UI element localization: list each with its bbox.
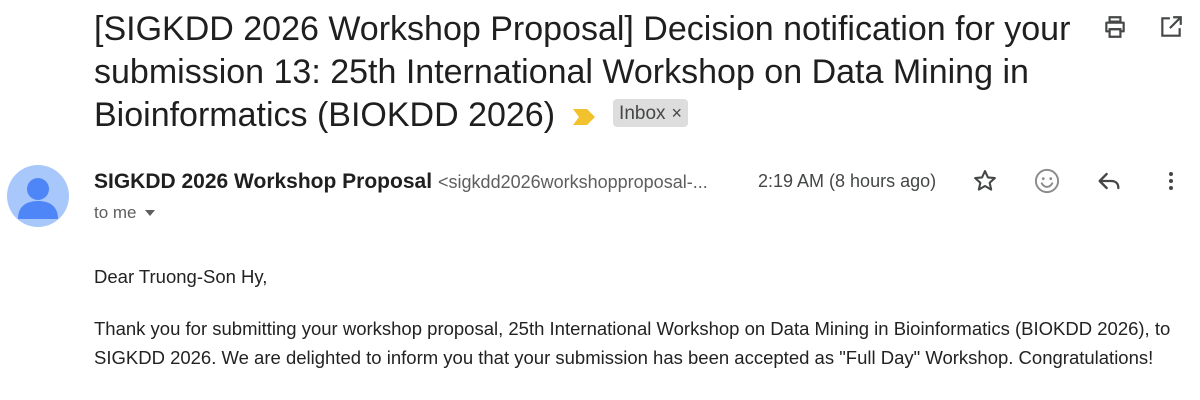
open-in-new-window-icon: [1161, 16, 1182, 37]
message-timestamp: 2:19 AM (8 hours ago): [758, 171, 937, 191]
chevron-down-icon: [144, 210, 155, 216]
more-options-button[interactable]: [1156, 166, 1186, 196]
recipients-dropdown[interactable]: to me: [94, 203, 155, 223]
message-actions: [970, 166, 1186, 196]
more-vert-icon: [1169, 172, 1173, 190]
sender-name[interactable]: SIGKDD 2026 Workshop Proposal: [94, 170, 432, 194]
greeting: Dear Truong-Son Hy,: [94, 266, 268, 287]
sender-email[interactable]: <sigkdd2026workshopproposal-...: [438, 172, 708, 193]
print-icon: [1105, 16, 1125, 38]
inbox-label-chip[interactable]: Inbox ×: [613, 99, 689, 128]
sender-line: SIGKDD 2026 Workshop Proposal <sigkdd202…: [94, 170, 708, 194]
star-icon: [974, 170, 996, 191]
recipients-text: to me: [94, 203, 137, 222]
important-marker-icon[interactable]: [573, 93, 596, 136]
person-icon: [18, 178, 58, 219]
remove-label-button[interactable]: ×: [672, 92, 683, 135]
add-reaction-button[interactable]: [1032, 166, 1062, 196]
subject-toolbar: [1100, 12, 1186, 42]
print-button[interactable]: [1100, 12, 1130, 42]
inbox-label-text: Inbox: [619, 102, 666, 124]
emoji-reaction-icon: [1034, 168, 1060, 194]
reply-button[interactable]: [1094, 166, 1124, 196]
star-button[interactable]: [970, 166, 1000, 196]
message-body: Dear Truong-Son Hy, Thank you for submit…: [94, 262, 1189, 395]
sender-avatar[interactable]: [7, 165, 69, 227]
email-view: [SIGKDD 2026 Workshop Proposal] Decision…: [0, 0, 1200, 400]
open-in-new-window-button[interactable]: [1156, 12, 1186, 42]
reply-icon: [1098, 172, 1120, 190]
email-subject: [SIGKDD 2026 Workshop Proposal] Decision…: [94, 8, 1094, 139]
body-paragraph: Thank you for submitting your workshop p…: [94, 318, 1171, 368]
